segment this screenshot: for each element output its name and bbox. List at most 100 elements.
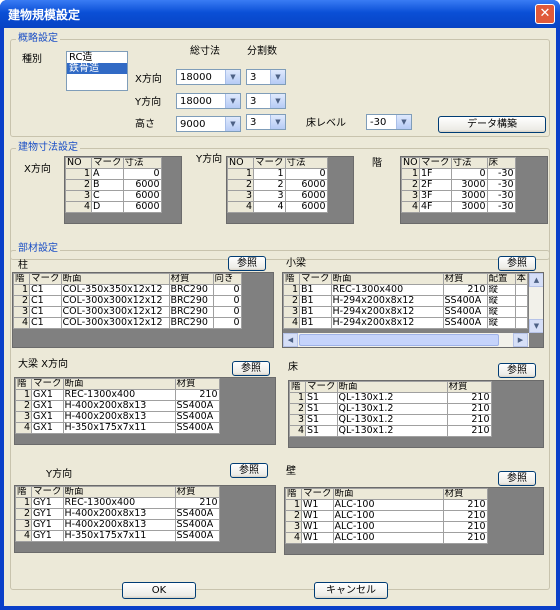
small-beam-grid[interactable]: 階マーク 断面 材質 配置本 1 B1 REC-1300x400 210 縦 2 B1 H-294… [282, 272, 544, 348]
chevron-down-icon[interactable]: ▼ [270, 70, 285, 84]
col-header[interactable]: 断面 [62, 486, 176, 498]
table-row[interactable]: 1 1F 0 -30 [401, 168, 516, 180]
chevron-right-icon[interactable]: ▶ [513, 333, 528, 347]
table-row[interactable]: 4 D 6000 [65, 201, 162, 213]
y-dimension-grid[interactable]: NO マーク 寸法 110 2 2 6000 3 3 6000 4 4 6000 [226, 156, 354, 224]
col-header[interactable]: 寸法 [122, 157, 162, 169]
table-row[interactable]: 4 W1 ALC-100 210 [285, 532, 488, 544]
table-row[interactable]: 1 S1 QL-130x1.2 210 [289, 392, 492, 404]
type-listbox[interactable]: RC造 鉄骨造 [66, 51, 128, 91]
table-row[interactable]: 1 GY1 REC-1300x400 210 [15, 497, 220, 509]
col-header[interactable]: 階 [285, 488, 302, 500]
table-row[interactable]: 2 GX1 H-400x200x8x13 SS400A [15, 400, 220, 412]
close-button[interactable]: ✕ [535, 4, 555, 24]
small-beam-hscroll[interactable]: ◀ ▶ [283, 333, 529, 347]
col-header[interactable]: 床 [486, 157, 516, 169]
table-row[interactable]: 1 GX1 REC-1300x400 210 [15, 389, 220, 401]
col-header[interactable]: 階 [15, 378, 32, 390]
table-row[interactable]: 4 S1 QL-130x1.2 210 [289, 425, 492, 437]
chevron-left-icon[interactable]: ◀ [283, 333, 298, 347]
col-header[interactable]: マーク [31, 486, 64, 498]
beam-x-grid[interactable]: 階マーク 断面 材質 1 GX1 REC-1300x400 210 2 GX1 H-400x2… [14, 377, 276, 445]
ok-button[interactable]: OK [122, 582, 196, 599]
table-row[interactable]: 2 B1 H-294x200x8x12 SS400A 縦 [283, 295, 529, 307]
cancel-button[interactable]: キャンセル [314, 582, 388, 599]
y-division-combo[interactable]: 3 ▼ [246, 93, 286, 109]
col-header[interactable]: 断面 [330, 273, 444, 285]
chevron-down-icon[interactable]: ▼ [225, 117, 240, 131]
col-header[interactable]: 本 [514, 273, 529, 285]
table-row[interactable]: 1 C1 COL-350x350x12x12 BRC290 0 [13, 284, 242, 296]
table-row[interactable]: 3 C1 COL-300x300x12x12 BRC290 0 [13, 306, 242, 318]
table-row[interactable]: 3 3 6000 [227, 190, 328, 202]
table-row[interactable]: 2 S1 QL-130x1.2 210 [289, 403, 492, 415]
col-header[interactable]: 断面 [336, 381, 448, 393]
x-division-combo[interactable]: 3 ▼ [246, 69, 286, 85]
col-header[interactable]: 断面 [332, 488, 444, 500]
col-header[interactable]: マーク [305, 381, 338, 393]
x-dimension-grid[interactable]: NO マーク 寸法 1A0 2 B 6000 3 C 6000 4 D 6000 [64, 156, 182, 224]
col-header[interactable]: マーク [31, 378, 64, 390]
table-row[interactable]: 2 C1 COL-300x300x12x12 BRC290 0 [13, 295, 242, 307]
small-beam-ref-button[interactable]: 参照 [498, 256, 536, 271]
col-header[interactable]: マーク [299, 273, 332, 285]
col-header[interactable]: 向き [212, 273, 242, 285]
col-header[interactable]: マーク [301, 488, 334, 500]
col-header[interactable]: 材質 [174, 486, 220, 498]
col-header[interactable]: マーク [419, 157, 452, 169]
col-header[interactable]: 階 [15, 486, 32, 498]
col-header[interactable]: 断面 [62, 378, 176, 390]
col-header[interactable]: マーク [253, 157, 286, 169]
col-header[interactable]: 材質 [442, 488, 488, 500]
table-row[interactable]: 4 4F 3000 -30 [401, 201, 516, 213]
col-header[interactable]: NO [401, 157, 420, 169]
table-row[interactable]: 4 GY1 H-350x175x7x11 SS400A [15, 530, 220, 542]
col-header[interactable]: 材質 [446, 381, 492, 393]
table-row[interactable]: 1A0 [65, 168, 162, 180]
type-option-steel[interactable]: 鉄骨造 [67, 63, 127, 74]
col-header[interactable]: 階 [289, 381, 306, 393]
beam-x-ref-button[interactable]: 参照 [232, 361, 270, 376]
scroll-thumb[interactable] [299, 334, 499, 346]
col-header[interactable]: 材質 [168, 273, 214, 285]
col-header[interactable]: NO [227, 157, 254, 169]
type-option-rc[interactable]: RC造 [67, 52, 127, 63]
table-row[interactable]: 3 3F 3000 -30 [401, 190, 516, 202]
table-row[interactable]: 3 C 6000 [65, 190, 162, 202]
table-row[interactable]: 3 GX1 H-400x200x8x13 SS400A [15, 411, 220, 423]
chevron-down-icon[interactable]: ▼ [225, 70, 240, 84]
floor-slab-grid[interactable]: 階マーク 断面 材質 1 S1 QL-130x1.2 210 2 S1 QL-130x1.2 2… [288, 380, 544, 448]
small-beam-vscroll[interactable]: ▲ ▼ [529, 273, 543, 333]
table-row[interactable]: 2 GY1 H-400x200x8x13 SS400A [15, 508, 220, 520]
floor-dimension-grid[interactable]: NO マーク 寸法床 1 1F 0 -30 2 2F 3000 -30 3 3F 3000 -30 4… [400, 156, 548, 224]
table-row[interactable]: 2 2F 3000 -30 [401, 179, 516, 191]
x-total-combo[interactable]: 18000 ▼ [176, 69, 241, 85]
y-total-combo[interactable]: 18000 ▼ [176, 93, 241, 109]
col-header[interactable]: 配置 [486, 273, 516, 285]
col-header[interactable]: NO [65, 157, 92, 169]
col-header[interactable]: 材質 [442, 273, 488, 285]
column-grid[interactable]: 階マーク 断面 材質 向き 1 C1 COL-350x350x12x12 BRC290 0 2… [12, 272, 274, 348]
wall-ref-button[interactable]: 参照 [498, 471, 536, 486]
col-header[interactable]: マーク [91, 157, 124, 169]
height-division-combo[interactable]: 3 ▼ [246, 114, 286, 130]
table-row[interactable]: 3 W1 ALC-100 210 [285, 521, 488, 533]
column-ref-button[interactable]: 参照 [228, 256, 266, 271]
chevron-down-icon[interactable]: ▼ [225, 94, 240, 108]
col-header[interactable]: 寸法 [450, 157, 488, 169]
chevron-up-icon[interactable]: ▲ [529, 273, 543, 287]
table-row[interactable]: 2 W1 ALC-100 210 [285, 510, 488, 522]
table-row[interactable]: 3 S1 QL-130x1.2 210 [289, 414, 492, 426]
floor-level-combo[interactable]: -30 ▼ [366, 114, 412, 130]
table-row[interactable]: 2 B 6000 [65, 179, 162, 191]
chevron-down-icon[interactable]: ▼ [396, 115, 411, 129]
chevron-down-icon[interactable]: ▼ [529, 319, 543, 333]
title-bar[interactable]: 建物規模設定 ✕ [0, 0, 560, 28]
table-row[interactable]: 4 GX1 H-350x175x7x11 SS400A [15, 422, 220, 434]
col-header[interactable]: 材質 [174, 378, 220, 390]
chevron-down-icon[interactable]: ▼ [270, 115, 285, 129]
table-row[interactable]: 3 GY1 H-400x200x8x13 SS400A [15, 519, 220, 531]
table-row[interactable]: 4 B1 H-294x200x8x12 SS400A 縦 [283, 317, 529, 329]
table-row[interactable]: 4 4 6000 [227, 201, 328, 213]
table-row[interactable]: 4 C1 COL-300x300x12x12 BRC290 0 [13, 317, 242, 329]
